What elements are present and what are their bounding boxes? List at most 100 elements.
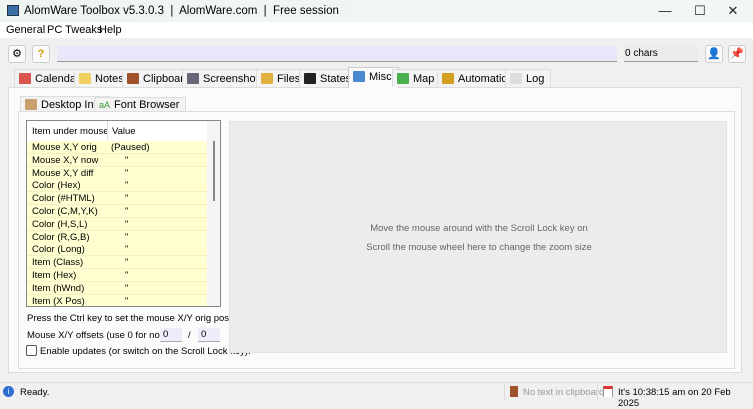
window-title: AlomWare Toolbox v5.3.0.3 | AlomWare.com… [24,5,339,17]
minimize-button[interactable]: — [650,3,680,19]
item-value: " [125,193,129,205]
close-button[interactable]: ✕ [718,3,748,19]
item-value: " [125,206,129,217]
item-name: Color (#HTML) [32,193,95,205]
clipboard-icon [127,73,139,84]
list-item[interactable]: Color (H,S,L) " [27,217,207,231]
menu-pc-tweaks[interactable]: PC Tweaks [47,24,102,36]
app-icon [7,5,19,16]
ctrl-hint: Press the Ctrl key to set the mouse X/Y … [27,313,250,324]
tab-label: Map [413,73,435,85]
settings-button[interactable]: ⚙ [8,45,26,63]
item-name: Mouse X,Y diff [32,167,94,179]
list-item[interactable]: Mouse X,Y orig (Paused) [27,141,207,154]
status-bar: i Ready. No text in clipboard It's 10:38… [0,382,753,409]
item-value: " [125,167,129,179]
notes-icon [79,73,91,84]
item-value: (Paused) [111,142,150,153]
item-value: " [125,295,129,307]
item-name: Color (Long) [32,244,85,256]
column-header-item[interactable]: Item under mouse [32,126,109,137]
menu-bar: General PC Tweaks Help [0,22,753,38]
offset-separator: / [188,330,191,341]
item-value: " [125,270,129,281]
column-header-value[interactable]: Value [107,121,136,140]
item-name: Item (Class) [32,257,84,269]
offset-x-input[interactable] [160,328,182,342]
tab-label: Screenshots [203,73,265,85]
list-item[interactable]: Item (Hex) " [27,269,207,282]
clipboard-status: No text in clipboard [523,387,605,398]
tab-label: Log [526,73,545,85]
item-name: Item (Hex) [32,270,77,281]
font-icon: aA [99,100,111,110]
list-item[interactable]: Item (X Pos) " [27,294,207,307]
list-header: Item under mouse Value [27,121,207,140]
list-item[interactable]: Mouse X,Y now " [27,153,207,167]
log-icon [510,73,522,84]
clipboard-icon [510,386,518,397]
tab-label: Misc [369,71,392,83]
menu-general[interactable]: General [6,24,45,36]
item-value: " [125,282,129,294]
enable-updates-checkbox[interactable] [26,345,37,356]
map-icon [397,73,409,84]
title-bar: AlomWare Toolbox v5.3.0.3 | AlomWare.com… [0,0,753,22]
item-name: Color (Hex) [32,180,81,192]
offset-y-input[interactable] [198,328,220,342]
item-name: Color (C,M,Y,K) [32,206,98,217]
pin-icon: 📌 [730,48,744,60]
scrollbar-thumb[interactable] [213,141,215,201]
tab-label: Calendar [35,73,80,85]
tab-map[interactable]: Map [392,69,442,87]
zoom-hint-2: Scroll the mouse wheel here to change th… [366,242,592,253]
item-value: " [125,257,129,269]
status-text: Ready. [20,387,50,398]
list-item[interactable]: Item (hWnd) " [27,281,207,295]
help-icon: ? [37,48,45,60]
info-list[interactable]: Item under mouse Value Mouse X,Y orig (Pa… [26,120,221,307]
calendar-icon [19,73,31,84]
item-name: Item (hWnd) [32,282,85,294]
maximize-button[interactable]: ☐ [685,3,715,19]
misc-icon [353,71,365,82]
item-name: Color (R,G,B) [32,231,90,243]
zoom-area[interactable]: Move the mouse around with the Scroll Lo… [229,121,727,353]
tab-label: Files [277,73,301,85]
tab-log[interactable]: Log [505,69,552,87]
item-value: " [125,154,129,166]
item-name: Item (X Pos) [32,295,85,307]
list-item[interactable]: Color (C,M,Y,K) " [27,205,207,218]
list-item[interactable]: Color (Hex) " [27,179,207,193]
item-name: Color (H,S,L) [32,218,88,230]
list-item[interactable]: Color (Long) " [27,243,207,257]
desktop-info-icon [25,99,37,110]
help-button[interactable]: ? [32,45,50,63]
list-item[interactable]: Item (Class) " [27,256,207,270]
calendar-icon [603,386,613,397]
list-scrollbar[interactable] [207,121,220,306]
list-item[interactable]: Color (#HTML) " [27,192,207,206]
tab-label: Notes [95,73,124,85]
item-value: " [125,180,129,192]
item-value: " [125,218,129,230]
subtab-font-browser[interactable]: aA Font Browser [94,97,187,111]
pin-button[interactable]: 📌 [728,45,746,63]
menu-help[interactable]: Help [99,24,122,36]
item-name: Mouse X,Y now [32,154,99,166]
screenshots-icon [187,73,199,84]
list-item[interactable]: Color (R,G,B) " [27,230,207,244]
offsets-label: Mouse X/Y offsets (use 0 for none): [27,330,177,341]
automation-icon [442,73,454,84]
command-input[interactable] [57,46,617,62]
user-button[interactable]: 👤 [705,45,723,63]
gear-icon: ⚙ [12,48,22,60]
files-icon [261,73,273,84]
info-icon: i [3,386,14,397]
clock-text: It's 10:38:15 am on 20 Feb 2025 [618,387,731,409]
char-count: 0 chars [624,46,698,62]
list-item[interactable]: Mouse X,Y diff " [27,166,207,180]
zoom-hint-1: Move the mouse around with the Scroll Lo… [370,223,588,234]
enable-updates-label[interactable]: Enable updates (or switch on the Scroll … [40,346,251,357]
item-value: " [125,244,129,256]
